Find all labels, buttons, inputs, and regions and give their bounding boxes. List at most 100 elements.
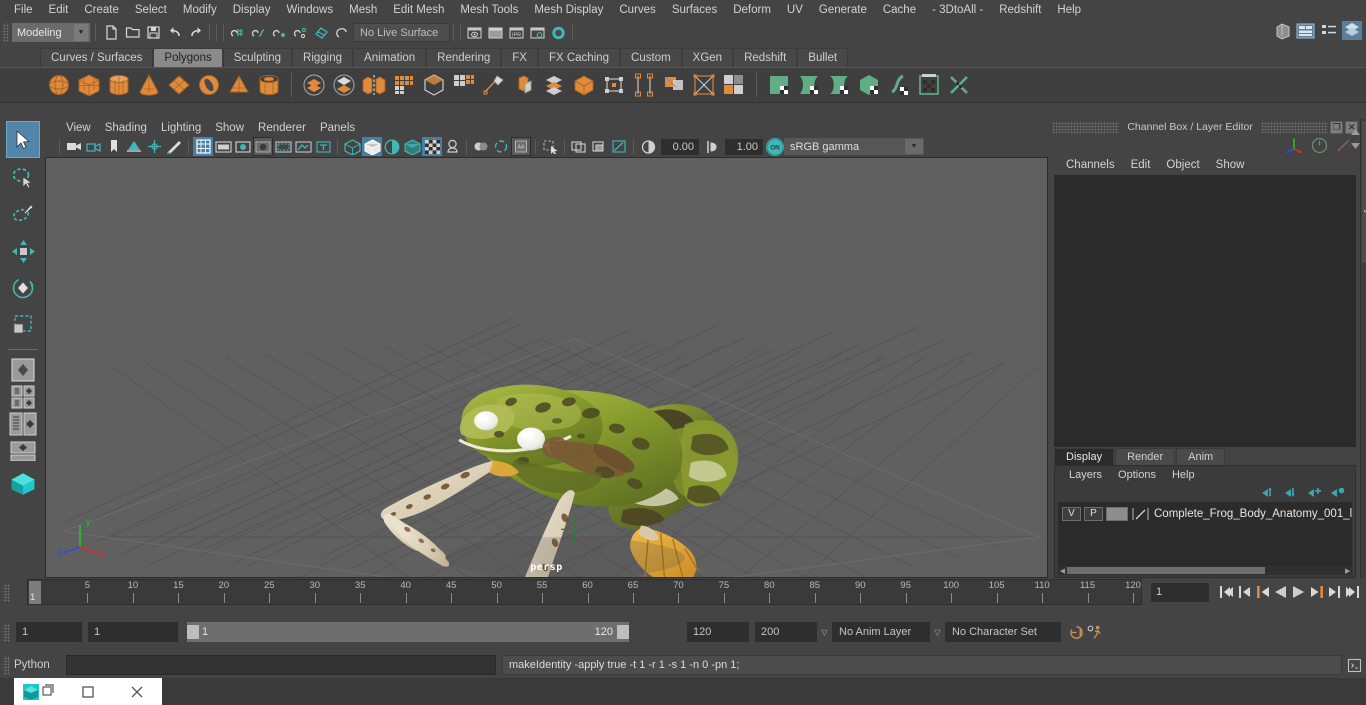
character-set-selector[interactable]: No Character Set <box>945 622 1061 642</box>
shaded-wireframe-icon[interactable] <box>382 137 402 156</box>
layer-row[interactable]: V P Complete_Frog_Body_Anatomy_001_l <box>1058 505 1352 522</box>
isolate-select-icon[interactable] <box>540 137 560 156</box>
quad-draw-icon[interactable] <box>659 70 689 100</box>
tab-render[interactable]: Render <box>1115 448 1176 465</box>
step-forward-frame-icon[interactable] <box>1326 582 1343 602</box>
tab-anim[interactable]: Anim <box>1176 448 1226 465</box>
range-start-time-field[interactable]: 1 <box>88 622 178 642</box>
app-restore-icon[interactable] <box>14 678 63 705</box>
smooth-icon[interactable] <box>389 70 419 100</box>
range-end-time-field[interactable]: 120 <box>687 622 749 642</box>
axis-gizmo-icon[interactable] <box>1284 137 1304 154</box>
menu-windows[interactable]: Windows <box>278 2 341 18</box>
restore-panel-icon[interactable]: ❐ <box>1330 120 1344 134</box>
side-tab-channel-box[interactable]: Channel Box / Layer Editor <box>1362 121 1366 263</box>
menu-cache[interactable]: Cache <box>875 2 924 18</box>
render-frame-icon[interactable] <box>485 22 506 43</box>
poly-torus-icon[interactable] <box>194 70 224 100</box>
two-d-pan-zoom-icon[interactable] <box>144 137 164 156</box>
text-overlay-icon[interactable] <box>313 137 333 156</box>
snap-to-view-plane-icon[interactable] <box>311 22 332 43</box>
menu-create[interactable]: Create <box>76 2 127 18</box>
grid-toggle-icon[interactable] <box>193 137 213 156</box>
resolution-gate-icon[interactable] <box>233 137 253 156</box>
ipr-render-icon[interactable]: IPR <box>506 22 527 43</box>
menu-select[interactable]: Select <box>127 2 175 18</box>
layer-list[interactable]: V P Complete_Frog_Body_Anatomy_001_l <box>1058 502 1353 566</box>
combine-icon[interactable] <box>299 70 329 100</box>
outliner-persp-layout[interactable] <box>8 410 38 437</box>
exposure-reset-icon[interactable] <box>638 137 658 156</box>
snap-to-curve-icon[interactable] <box>248 22 269 43</box>
move-layer-down-icon[interactable] <box>1284 486 1299 499</box>
range-slider-grip[interactable] <box>3 622 10 642</box>
panel-grip[interactable] <box>1260 121 1329 133</box>
film-gate-icon[interactable] <box>213 137 233 156</box>
shelf-tab-bullet[interactable]: Bullet <box>797 48 849 67</box>
separate-icon[interactable] <box>329 70 359 100</box>
menu-surfaces[interactable]: Surfaces <box>664 2 725 18</box>
time-slider-grip[interactable] <box>3 582 10 602</box>
camera-attributes-icon[interactable] <box>84 137 104 156</box>
multisample-icon[interactable]: AA <box>511 137 531 156</box>
new-scene-icon[interactable] <box>101 22 122 43</box>
menu-display[interactable]: Display <box>225 2 279 18</box>
side-tab-attribute-editor[interactable]: Attribute Editor <box>1362 264 1366 350</box>
shelf-tab-fx[interactable]: FX <box>501 48 538 67</box>
lasso-select-tool[interactable] <box>6 158 40 195</box>
uv-cut-sew-icon[interactable] <box>914 70 944 100</box>
render-settings-icon[interactable] <box>527 22 548 43</box>
shelf-tab-polygons[interactable]: Polygons <box>153 48 223 67</box>
menu-uv[interactable]: UV <box>779 2 811 18</box>
shelf-tab-curves-surfaces[interactable]: Curves / Surfaces <box>40 48 154 67</box>
snap-to-point-icon[interactable] <box>269 22 290 43</box>
layer-menu-options[interactable]: Options <box>1110 469 1164 481</box>
script-editor-icon[interactable] <box>1342 658 1366 673</box>
play-backwards-icon[interactable] <box>1272 582 1289 602</box>
poly-cone-icon[interactable] <box>134 70 164 100</box>
menu-mesh[interactable]: Mesh <box>341 2 385 18</box>
new-layer-from-selected-icon[interactable] <box>1330 486 1345 499</box>
menu-mesh-display[interactable]: Mesh Display <box>526 2 611 18</box>
poly-pipe-icon[interactable] <box>254 70 284 100</box>
minimize-icon[interactable] <box>63 678 112 705</box>
layer-list-scrollbar[interactable]: ◀ ▶ <box>1058 566 1353 575</box>
perspective-viewport[interactable]: y x z persp <box>45 157 1048 578</box>
hypergraph-persp-layout[interactable] <box>8 437 38 464</box>
xray-toggle-icon[interactable] <box>569 137 589 156</box>
scroll-left-icon[interactable]: ◀ <box>1058 567 1067 575</box>
uv-editor-icon[interactable] <box>689 70 719 100</box>
gamma-value[interactable]: 1.00 <box>725 138 763 155</box>
shelf-tab-xgen[interactable]: XGen <box>681 48 734 67</box>
menu-deform[interactable]: Deform <box>725 2 779 18</box>
poly-pyramid-icon[interactable] <box>224 70 254 100</box>
xray-joints-icon[interactable] <box>589 137 609 156</box>
motion-blur-icon[interactable] <box>491 137 511 156</box>
image-plane-icon[interactable] <box>124 137 144 156</box>
viewport-menu-renderer[interactable]: Renderer <box>251 121 313 135</box>
layer-color-swatch[interactable] <box>1106 506 1128 521</box>
go-to-end-icon[interactable] <box>1344 582 1361 602</box>
shelf-tab-rigging[interactable]: Rigging <box>292 48 354 67</box>
uv-layout-icon[interactable] <box>884 70 914 100</box>
animation-start-time-field[interactable]: 1 <box>16 622 82 642</box>
snap-to-grid-icon[interactable] <box>227 22 248 43</box>
shadows-icon[interactable] <box>442 137 462 156</box>
layer-playback-toggle[interactable]: P <box>1084 506 1103 521</box>
menu-mesh-tools[interactable]: Mesh Tools <box>452 2 526 18</box>
poly-sphere-icon[interactable] <box>44 70 74 100</box>
bridge-icon[interactable] <box>569 70 599 100</box>
uv-automatic-icon[interactable] <box>824 70 854 100</box>
chevron-down-icon[interactable]: ▽ <box>817 628 832 637</box>
go-to-start-icon[interactable] <box>1218 582 1235 602</box>
viewport-menu-view[interactable]: View <box>59 121 98 135</box>
poly-cube-icon[interactable] <box>74 70 104 100</box>
select-tool[interactable] <box>5 121 40 158</box>
textured-icon[interactable] <box>402 137 422 156</box>
viewport-menu-show[interactable]: Show <box>208 121 251 135</box>
undo-icon[interactable] <box>164 22 185 43</box>
open-scene-icon[interactable] <box>122 22 143 43</box>
append-polygon-icon[interactable] <box>599 70 629 100</box>
exposure-value[interactable]: 0.00 <box>661 138 699 155</box>
chevron-down-icon[interactable]: ▽ <box>930 628 945 637</box>
